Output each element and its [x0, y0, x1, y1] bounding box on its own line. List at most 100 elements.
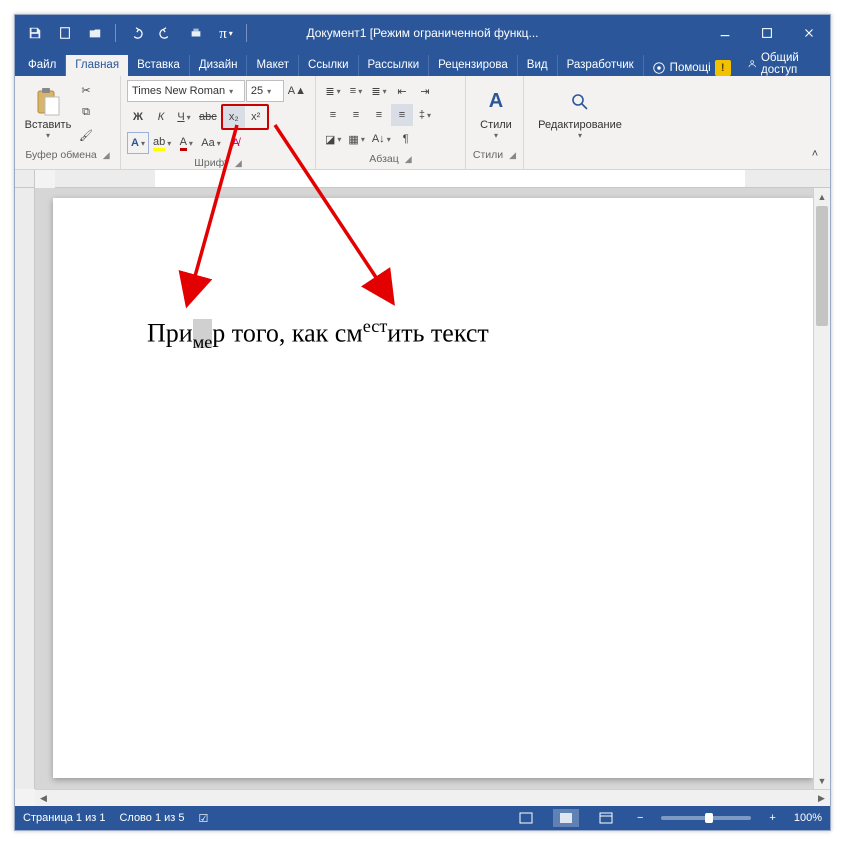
styles-launcher[interactable]: ◢	[509, 150, 516, 161]
group-paragraph: ≣ ≡ ≣ ⇤ ⇥ ≡ ≡ ≡ ≡ ‡ ◪ ▦ A↓ ¶ Абзац◢	[316, 76, 466, 169]
font-size-combo[interactable]: 25▾	[246, 80, 284, 102]
tab-layout[interactable]: Макет	[247, 55, 299, 76]
copy-button[interactable]: ⧉	[75, 102, 97, 123]
horizontal-scrollbar[interactable]: ◀ ▶	[35, 789, 830, 806]
font-color-button[interactable]: A	[175, 132, 197, 154]
scroll-down-button[interactable]: ▼	[814, 772, 830, 789]
zoom-in-button[interactable]: +	[765, 812, 779, 824]
text-effects-button[interactable]: A	[127, 132, 149, 154]
ruler-corner	[15, 170, 35, 188]
tab-home[interactable]: Главная	[66, 55, 128, 76]
borders-button[interactable]: ▦	[345, 128, 367, 150]
tab-file[interactable]: Файл	[19, 55, 66, 76]
styles-button[interactable]: A Стили ▾	[472, 80, 520, 146]
paste-button[interactable]: Вставить ▾	[21, 80, 75, 146]
undo-icon[interactable]	[122, 19, 150, 47]
tell-me[interactable]: Помощі !	[644, 60, 739, 76]
view-web-button[interactable]	[593, 809, 619, 827]
view-read-button[interactable]	[513, 809, 539, 827]
subsup-highlight: x₂ x²	[221, 104, 269, 130]
editing-button[interactable]: Редактирование ▾	[530, 80, 630, 146]
document-text[interactable]: Пример того, как сместить текст	[147, 316, 489, 353]
quick-print-icon[interactable]	[182, 19, 210, 47]
subscript-button[interactable]: x₂	[223, 106, 245, 128]
increase-indent-button[interactable]: ⇥	[414, 80, 436, 102]
change-case-button[interactable]: Aa	[198, 132, 223, 154]
scroll-right-button[interactable]: ▶	[813, 790, 830, 806]
bullets-button[interactable]: ≣	[322, 80, 344, 102]
grow-font-button[interactable]: A▲	[285, 80, 309, 102]
bucket-icon: ◪	[325, 133, 335, 146]
zoom-value[interactable]: 100%	[794, 812, 822, 824]
scroll-up-button[interactable]: ▲	[814, 188, 830, 205]
ruler-horizontal[interactable]	[55, 170, 830, 188]
tab-design[interactable]: Дизайн	[190, 55, 248, 76]
status-words[interactable]: Слово 1 из 5	[119, 812, 184, 824]
italic-button[interactable]: К	[150, 106, 172, 128]
tab-insert[interactable]: Вставка	[128, 55, 190, 76]
vertical-scrollbar[interactable]: ▲ ▼	[813, 188, 830, 789]
brush-icon: 🖌	[79, 129, 93, 142]
zoom-knob[interactable]	[705, 813, 713, 823]
clipboard-launcher[interactable]: ◢	[103, 150, 110, 161]
bullets-icon: ≣	[325, 85, 334, 98]
tab-developer[interactable]: Разработчик	[558, 55, 644, 76]
underline-button[interactable]: Ч	[173, 106, 195, 128]
format-painter-button[interactable]: 🖌	[75, 125, 97, 146]
align-justify-button[interactable]: ≡	[391, 104, 413, 126]
status-page[interactable]: Страница 1 из 1	[23, 812, 105, 824]
tab-review[interactable]: Рецензирова	[429, 55, 518, 76]
tab-view[interactable]: Вид	[518, 55, 558, 76]
underline-label: Ч	[177, 111, 184, 123]
scroll-left-button[interactable]: ◀	[35, 790, 52, 806]
minimize-button[interactable]	[704, 19, 746, 47]
cut-button[interactable]: ✂	[75, 80, 97, 101]
align-center-button[interactable]: ≡	[345, 104, 367, 126]
line-spacing-button[interactable]: ‡	[414, 104, 436, 126]
tab-mailings[interactable]: Рассылки	[359, 55, 430, 76]
close-button[interactable]	[788, 19, 830, 47]
borders-icon: ▦	[348, 133, 358, 146]
new-doc-icon[interactable]	[51, 19, 79, 47]
document-page[interactable]: Пример того, как сместить текст	[53, 198, 813, 778]
save-icon[interactable]	[21, 19, 49, 47]
zoom-slider[interactable]	[661, 816, 751, 820]
redo-icon[interactable]	[152, 19, 180, 47]
text-selection: ме	[193, 319, 213, 348]
superscript-label: x²	[251, 111, 260, 123]
zoom-out-button[interactable]: −	[633, 812, 647, 824]
strike-button[interactable]: abc	[196, 106, 220, 128]
clear-format-button[interactable]: A̸	[225, 132, 247, 154]
scroll-thumb[interactable]	[816, 206, 828, 326]
shading-button[interactable]: ◪	[322, 128, 344, 150]
align-right-button[interactable]: ≡	[368, 104, 390, 126]
paragraph-launcher[interactable]: ◢	[405, 154, 412, 165]
tab-references[interactable]: Ссылки	[299, 55, 359, 76]
cut-icon: ✂	[81, 84, 90, 97]
find-icon	[565, 87, 595, 117]
warning-icon: !	[715, 60, 731, 76]
maximize-button[interactable]	[746, 19, 788, 47]
superscript-button[interactable]: x²	[245, 106, 267, 128]
align-left-button[interactable]: ≡	[322, 104, 344, 126]
font-name-combo[interactable]: Times New Roman▾	[127, 80, 245, 102]
equation-icon[interactable]: π▾	[212, 19, 240, 47]
collapse-ribbon-button[interactable]: ˄	[804, 143, 826, 165]
font-launcher[interactable]: ◢	[235, 158, 242, 169]
multilevel-button[interactable]: ≣	[368, 80, 390, 102]
open-icon[interactable]	[81, 19, 109, 47]
italic-label: К	[158, 111, 164, 123]
status-bar: Страница 1 из 1 Слово 1 из 5 ☑ − + 100%	[15, 806, 830, 830]
ruler-vertical[interactable]	[15, 188, 35, 789]
highlight-button[interactable]: ab	[150, 132, 174, 154]
show-marks-button[interactable]: ¶	[395, 128, 417, 150]
share-button[interactable]: Общий доступ	[739, 52, 826, 76]
tell-me-label: Помощі	[670, 62, 711, 74]
decrease-indent-button[interactable]: ⇤	[391, 80, 413, 102]
sort-button[interactable]: A↓	[369, 128, 394, 150]
status-proof-icon[interactable]: ☑	[199, 812, 209, 825]
view-print-button[interactable]	[553, 809, 579, 827]
bold-button[interactable]: Ж	[127, 106, 149, 128]
numbering-button[interactable]: ≡	[345, 80, 367, 102]
strike-label: abc	[199, 111, 217, 123]
